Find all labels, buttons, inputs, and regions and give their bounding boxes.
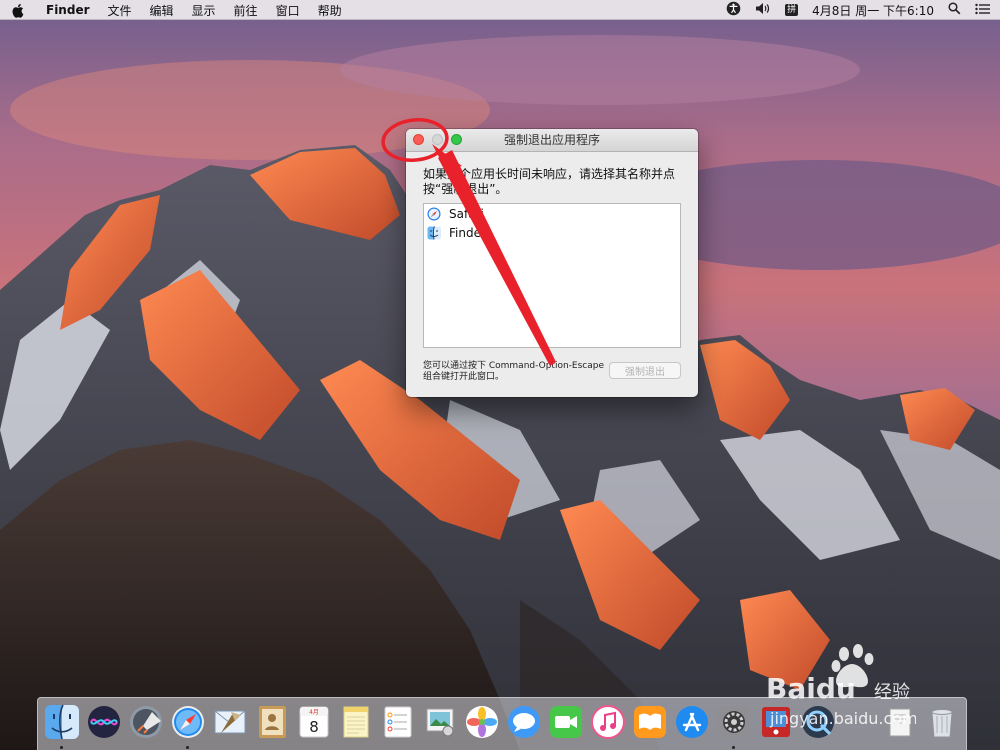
running-indicator xyxy=(186,746,189,749)
dock-item-app-store[interactable] xyxy=(673,703,711,745)
watermark-brand: Baidu xyxy=(766,672,856,705)
dock-item-safari[interactable] xyxy=(169,703,207,749)
watermark-brand-cn: 经验 xyxy=(874,682,910,703)
dock-item-preview[interactable] xyxy=(421,703,459,745)
menu-edit[interactable]: 编辑 xyxy=(150,2,174,19)
watermark-url: jingyan.baidu.com xyxy=(769,709,916,728)
menu-window[interactable]: 窗口 xyxy=(276,2,300,19)
calendar-month: 4月 xyxy=(309,709,319,716)
apple-icon[interactable] xyxy=(12,2,26,18)
mail-icon xyxy=(214,710,246,734)
dock-item-itunes[interactable] xyxy=(589,703,627,745)
minimize-button[interactable] xyxy=(432,134,443,145)
shortcut-hint-line-1: 您可以通过按下 Command-Option-Escape xyxy=(423,361,604,371)
volume-icon[interactable] xyxy=(755,2,771,18)
siri-icon xyxy=(88,706,120,738)
notification-list-glyph xyxy=(975,3,990,14)
force-quit-button[interactable]: 强制退出 xyxy=(609,362,681,379)
notes-icon xyxy=(343,706,369,738)
menu-bar: Finder 文件 编辑 显示 前往 窗口 帮助 拼 4月8日 周一 下午6:1… xyxy=(0,0,1000,20)
preview-icon xyxy=(426,708,454,737)
baidu-watermark: Baidu 经验 jingyan.baidu.com xyxy=(766,644,916,728)
safari-compass-icon xyxy=(427,207,441,220)
search-glyph xyxy=(948,2,961,15)
running-indicator xyxy=(732,746,735,749)
finder-face-icon xyxy=(427,225,441,240)
accessibility-glyph xyxy=(726,1,741,16)
dock-item-messages[interactable] xyxy=(505,703,543,745)
menu-clock[interactable]: 4月8日 周一 下午6:10 xyxy=(812,2,934,19)
dock-item-facetime[interactable] xyxy=(547,703,585,745)
facetime-icon xyxy=(550,706,582,738)
window-titlebar[interactable]: 强制退出应用程序 xyxy=(406,129,698,152)
shortcut-hint: 您可以通过按下 Command-Option-Escape 组合键打开此窗口。 xyxy=(423,361,613,383)
dock-item-system-preferences[interactable] xyxy=(715,703,753,749)
menu-bar-right: 拼 4月8日 周一 下午6:10 xyxy=(712,0,990,20)
dock-item-calendar[interactable]: 4月 8 xyxy=(295,703,333,745)
shortcut-hint-line-2: 组合键打开此窗口。 xyxy=(423,372,505,382)
window-controls xyxy=(413,134,470,145)
safari-icon xyxy=(172,706,204,738)
dock-item-mail[interactable] xyxy=(211,703,249,745)
description-line-1: 如果某个应用长时间未响应，请选择其名称并点 xyxy=(423,167,676,181)
dock-item-ibooks[interactable] xyxy=(631,703,669,745)
notification-list-icon[interactable] xyxy=(975,3,990,18)
zoom-button[interactable] xyxy=(451,134,462,145)
launchpad-icon xyxy=(130,706,162,738)
dock-item-finder[interactable] xyxy=(43,703,81,749)
system-preferences-icon xyxy=(718,706,750,738)
dock-item-contacts[interactable] xyxy=(253,703,291,745)
app-store-icon xyxy=(676,706,708,738)
force-quit-window: 强制退出应用程序 如果某个应用长时间未响应，请选择其名称并点 按“强制退出”。 … xyxy=(406,129,698,397)
dock-item-trash[interactable] xyxy=(923,703,961,745)
reminders-icon xyxy=(384,706,412,738)
app-name-safari: Safari xyxy=(449,206,484,221)
dock-item-reminders[interactable] xyxy=(379,703,417,745)
apple-glyph xyxy=(12,3,24,18)
photos-icon xyxy=(466,706,498,738)
app-list[interactable]: Safari Finder xyxy=(423,203,681,348)
dock-item-notes[interactable] xyxy=(337,703,375,745)
app-name-finder: Finder xyxy=(449,225,486,240)
menu-app-name[interactable]: Finder xyxy=(46,3,90,17)
force-quit-description: 如果某个应用长时间未响应，请选择其名称并点 按“强制退出”。 xyxy=(423,167,689,197)
close-button[interactable] xyxy=(413,134,424,145)
accessibility-icon[interactable] xyxy=(726,1,741,19)
running-indicator xyxy=(60,746,63,749)
dock-item-siri[interactable] xyxy=(85,703,123,745)
messages-icon xyxy=(508,706,540,738)
app-row-finder[interactable]: Finder xyxy=(424,223,680,242)
contacts-icon xyxy=(259,706,286,738)
dock-item-photos[interactable] xyxy=(463,703,501,745)
menu-view[interactable]: 显示 xyxy=(192,2,216,19)
menu-file[interactable]: 文件 xyxy=(108,2,132,19)
volume-glyph xyxy=(756,3,770,14)
ibooks-icon xyxy=(634,706,666,738)
trash-icon xyxy=(931,709,953,738)
dock-item-launchpad[interactable] xyxy=(127,703,165,745)
calendar-icon: 4月 8 xyxy=(299,706,329,738)
menu-go[interactable]: 前往 xyxy=(234,2,258,19)
menu-bar-left: Finder 文件 编辑 显示 前往 窗口 帮助 xyxy=(12,0,360,20)
app-row-safari[interactable]: Safari xyxy=(424,204,680,223)
menu-help[interactable]: 帮助 xyxy=(318,2,342,19)
description-line-2: 按“强制退出”。 xyxy=(423,182,508,196)
finder-icon xyxy=(45,704,79,740)
input-method-badge[interactable]: 拼 xyxy=(785,4,799,16)
itunes-icon xyxy=(591,705,625,739)
search-icon[interactable] xyxy=(948,2,961,18)
calendar-day: 8 xyxy=(309,718,319,736)
